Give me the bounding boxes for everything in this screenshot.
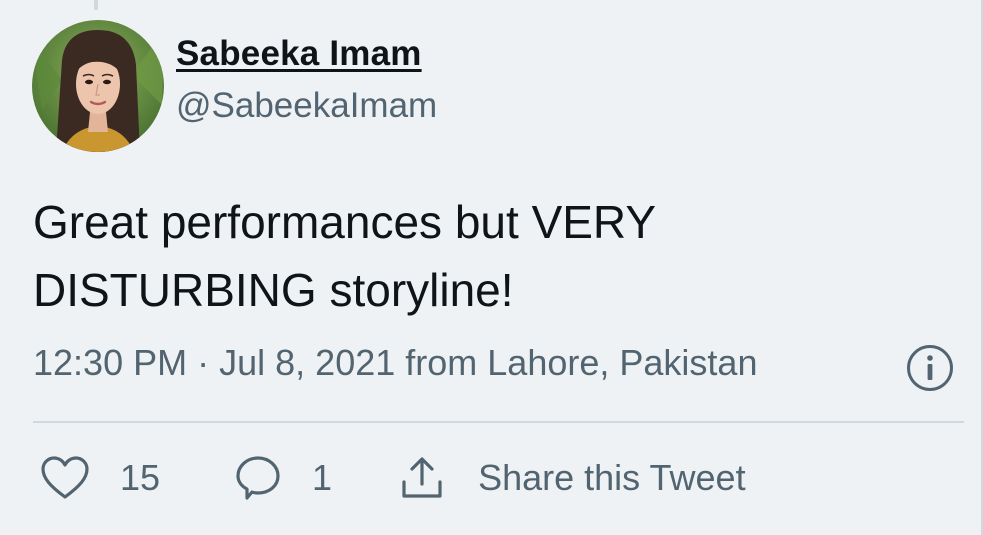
share-upload-icon <box>402 457 442 498</box>
author-display-name[interactable]: Sabeeka Imam <box>176 34 422 74</box>
meta-separator: · <box>197 342 210 383</box>
author-block: Sabeeka Imam @SabeekaImam <box>176 34 437 126</box>
tweet-location: from Lahore, Pakistan <box>405 342 758 383</box>
like-button[interactable]: 15 <box>40 455 160 501</box>
avatar[interactable] <box>32 20 164 152</box>
share-label: Share this Tweet <box>478 457 746 498</box>
like-count: 15 <box>120 457 161 498</box>
heart-icon <box>41 456 89 499</box>
tweet-text-line-1: Great performances but VERY <box>33 196 656 248</box>
divider <box>33 421 964 423</box>
info-icon[interactable] <box>905 343 955 393</box>
thread-connector-line <box>94 0 98 10</box>
tweet-text-line-2: DISTURBING storyline! <box>33 264 514 316</box>
share-button[interactable]: Share this Tweet <box>398 454 746 502</box>
speech-bubble-icon <box>236 456 280 500</box>
reply-button[interactable]: 1 <box>234 454 332 502</box>
tweet-date[interactable]: Jul 8, 2021 <box>219 342 395 383</box>
tweet-text: Great performances but VERY DISTURBING s… <box>33 188 933 324</box>
reply-count: 1 <box>312 457 333 498</box>
tweet-time[interactable]: 12:30 PM <box>33 342 187 383</box>
tweet-actions: 15 1 Share this Tweet <box>40 450 746 506</box>
tweet-card: Sabeeka Imam @SabeekaImam Great performa… <box>0 0 983 535</box>
tweet-meta: 12:30 PM · Jul 8, 2021 from Lahore, Paki… <box>33 342 757 384</box>
author-handle[interactable]: @SabeekaImam <box>176 86 437 126</box>
